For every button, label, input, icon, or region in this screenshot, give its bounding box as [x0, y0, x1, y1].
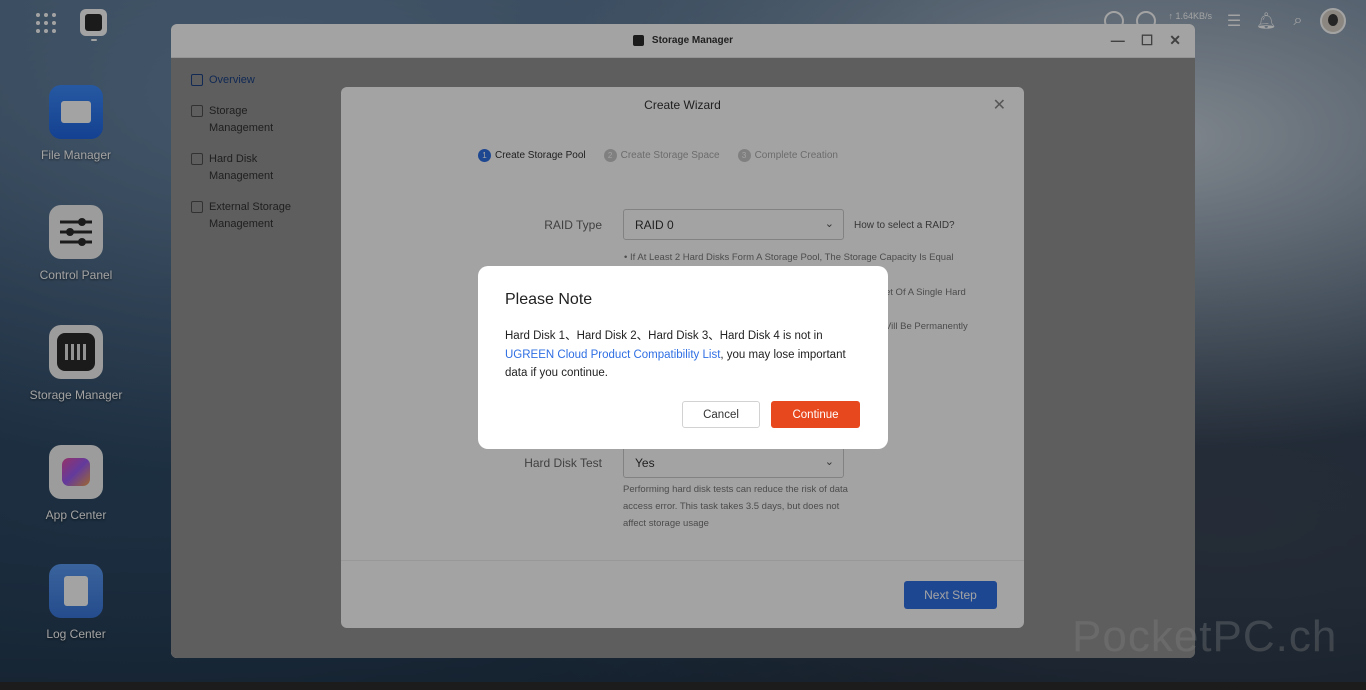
continue-button[interactable]: Continue [771, 401, 860, 428]
dialog-title: Please Note [505, 291, 593, 308]
bottom-bar [0, 682, 1366, 690]
dialog-actions: Cancel Continue [682, 401, 860, 428]
please-note-dialog: Please Note Hard Disk 1、Hard Disk 2、Hard… [478, 266, 888, 449]
dialog-message: Hard Disk 1、Hard Disk 2、Hard Disk 3、Hard… [505, 330, 846, 379]
compatibility-list-link[interactable]: UGREEN Cloud Product Compatibility List [505, 349, 720, 361]
cancel-button[interactable]: Cancel [682, 401, 760, 428]
